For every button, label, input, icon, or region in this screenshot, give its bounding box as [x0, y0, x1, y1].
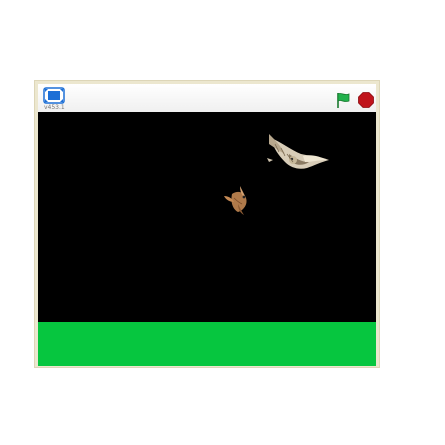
ground — [38, 322, 376, 366]
stage[interactable] — [38, 112, 376, 366]
fullscreen-icon — [43, 87, 65, 104]
green-flag-icon — [337, 93, 350, 108]
scratch-player: v453.1 — [34, 80, 380, 368]
stop-button[interactable] — [358, 92, 374, 108]
version-label: v453.1 — [44, 104, 65, 111]
bird-sprite[interactable] — [222, 184, 256, 216]
stop-icon — [358, 92, 374, 108]
player-toolbar: v453.1 — [38, 84, 376, 112]
green-flag-button[interactable] — [335, 92, 351, 108]
owl-sprite[interactable] — [263, 132, 333, 174]
